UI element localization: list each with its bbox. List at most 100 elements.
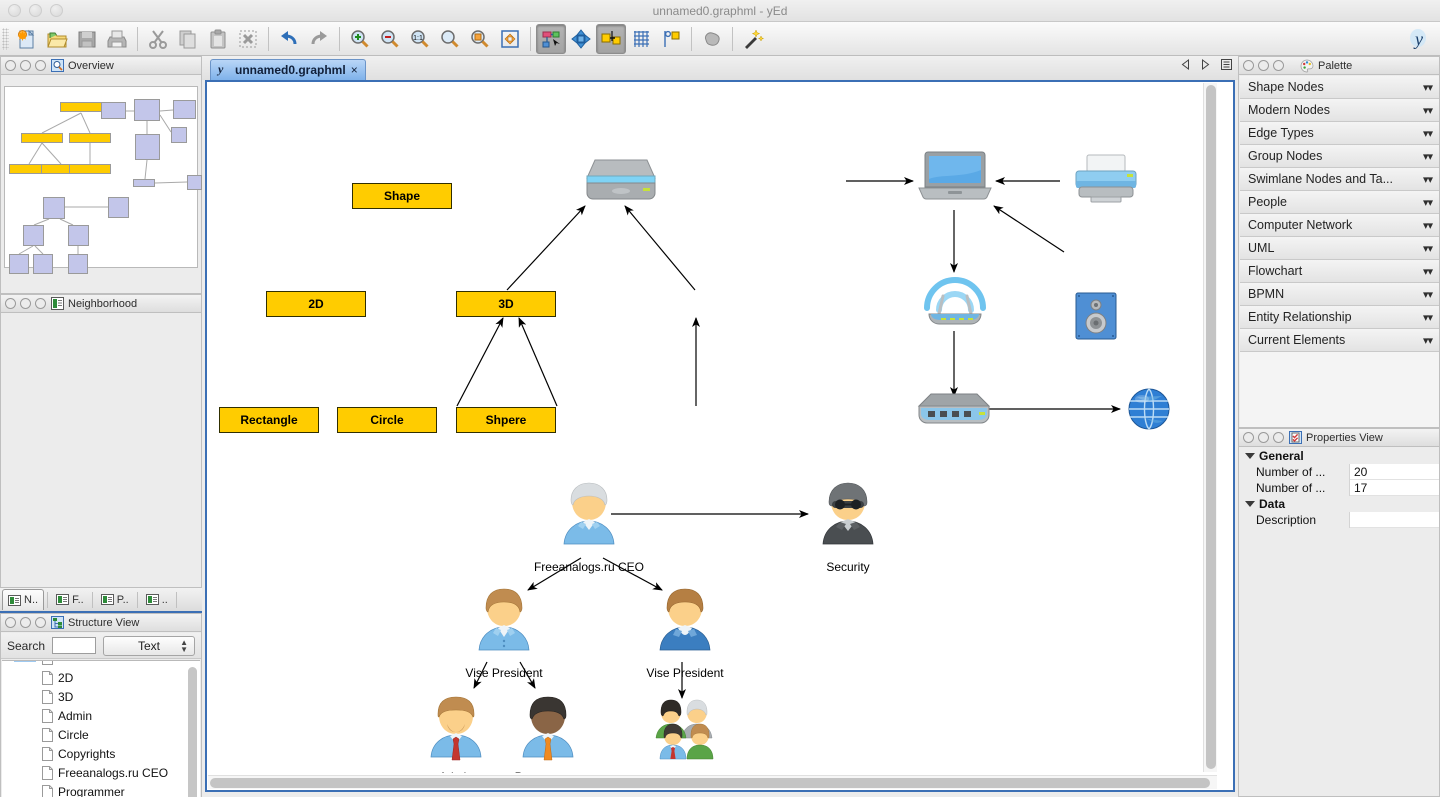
panel-maximize-dot[interactable] <box>1273 432 1284 443</box>
edit-mode-button[interactable] <box>536 23 566 54</box>
chevron-down-icon[interactable]: ▾▾ <box>1423 219 1433 232</box>
tree-scrollbar-thumb[interactable] <box>188 667 197 797</box>
save-button[interactable] <box>72 24 102 54</box>
palette-section-shape-nodes[interactable]: Shape Nodes ▾▾ <box>1240 76 1439 99</box>
panel-close-dot[interactable] <box>5 617 16 628</box>
chevron-down-icon[interactable]: ▾▾ <box>1423 196 1433 209</box>
zoom-area-button[interactable] <box>465 24 495 54</box>
graph-node-vp1[interactable]: Vise President <box>465 586 543 680</box>
chevron-down-icon[interactable]: ▾▾ <box>1423 288 1433 301</box>
overview-thumbnail[interactable] <box>4 86 202 274</box>
panel-maximize-dot[interactable] <box>35 617 46 628</box>
graph-node-copyrights[interactable]: Copyrights <box>651 698 721 773</box>
graph-node-shape[interactable]: Shape <box>352 183 452 209</box>
palette-section-swimlane-nodes[interactable]: Swimlane Nodes and Ta... ▾▾ <box>1240 168 1439 191</box>
copy-button[interactable] <box>173 24 203 54</box>
chevron-down-icon[interactable]: ▾▾ <box>1423 173 1433 186</box>
redo-button[interactable] <box>304 24 334 54</box>
canvas-vertical-scrollbar[interactable] <box>1203 83 1217 772</box>
triangle-down-icon[interactable] <box>1245 453 1255 459</box>
palette-section-uml[interactable]: UML ▾▾ <box>1240 237 1439 260</box>
search-mode-dropdown[interactable]: Text ▲ ▼ <box>103 635 195 656</box>
list-item[interactable]: 3D <box>2 687 200 706</box>
graph-node-wifi-router[interactable] <box>917 258 993 335</box>
property-value[interactable]: 17 <box>1350 480 1439 496</box>
structure-tree-list[interactable]: 2D 3D Admin Circle Copyrights Freeanalog… <box>2 660 200 797</box>
list-item[interactable]: Programmer <box>2 782 200 797</box>
zoom-actual-size-button[interactable]: 1:1 <box>405 24 435 54</box>
palette-empty-area[interactable] <box>1240 352 1439 426</box>
panel-close-dot[interactable] <box>5 60 16 71</box>
graph-node-switch[interactable] <box>915 392 993 429</box>
tab-other[interactable]: .. <box>141 589 173 610</box>
palette-section-entity-relationship[interactable]: Entity Relationship ▾▾ <box>1240 306 1439 329</box>
panel-maximize-dot[interactable] <box>35 298 46 309</box>
panel-minimize-dot[interactable] <box>1258 60 1269 71</box>
graph-node-circle[interactable]: Circle <box>337 407 437 433</box>
cut-button[interactable] <box>143 24 173 54</box>
property-row[interactable]: Number of ... 20 <box>1240 464 1439 480</box>
undo-button[interactable] <box>274 24 304 54</box>
list-menu-icon[interactable] <box>1221 59 1232 73</box>
property-value[interactable]: 20 <box>1350 464 1439 480</box>
layout-button[interactable] <box>697 24 727 54</box>
fit-content-button[interactable] <box>435 24 465 54</box>
property-value[interactable] <box>1350 512 1439 528</box>
new-document-button[interactable] <box>12 24 42 54</box>
canvas-horizontal-scrollbar-thumb[interactable] <box>210 778 1210 788</box>
close-icon[interactable]: × <box>351 63 358 77</box>
chevron-down-icon[interactable]: ▾▾ <box>1423 242 1433 255</box>
print-button[interactable] <box>102 24 132 54</box>
property-row[interactable]: Description <box>1240 512 1439 528</box>
graph-node-speaker[interactable] <box>1075 292 1117 343</box>
tab-palette[interactable]: P.. <box>96 589 134 610</box>
zoom-in-button[interactable] <box>345 24 375 54</box>
chevron-down-icon[interactable]: ▾▾ <box>1423 311 1433 324</box>
panel-maximize-dot[interactable] <box>1273 60 1284 71</box>
property-group-general[interactable]: General <box>1240 448 1439 464</box>
property-group-data[interactable]: Data <box>1240 496 1439 512</box>
list-item[interactable]: Freeanalogs.ru CEO <box>2 763 200 782</box>
panel-minimize-dot[interactable] <box>20 298 31 309</box>
graph-node-rectangle[interactable]: Rectangle <box>219 407 319 433</box>
tab-filter[interactable]: F.. <box>51 589 89 610</box>
canvas-horizontal-scrollbar[interactable] <box>208 775 1217 789</box>
graph-node-vp2[interactable]: Vise President <box>646 586 724 680</box>
palette-section-computer-network[interactable]: Computer Network ▾▾ <box>1240 214 1439 237</box>
chevron-down-icon[interactable]: ▾▾ <box>1423 81 1433 94</box>
panel-minimize-dot[interactable] <box>20 60 31 71</box>
list-item[interactable]: Circle <box>2 725 200 744</box>
fit-selection-button[interactable] <box>495 24 525 54</box>
tab-neighborhood[interactable]: N.. <box>2 589 45 610</box>
panel-close-dot[interactable] <box>1243 432 1254 443</box>
chevron-down-icon[interactable]: ▾▾ <box>1423 104 1433 117</box>
graph-node-internet[interactable] <box>1127 387 1171 434</box>
graph-node-ceo[interactable]: Freeanalogs.ru CEO <box>534 480 644 574</box>
chevron-down-icon[interactable]: ▾▾ <box>1423 150 1433 163</box>
snapline-button[interactable] <box>656 24 686 54</box>
graph-canvas[interactable]: Shape 2D 3D Rectangle Circle Shpere Free… <box>207 82 1218 773</box>
tree-scrollbar[interactable] <box>188 667 197 797</box>
graph-node-sphere[interactable]: Shpere <box>456 407 556 433</box>
magic-layout-button[interactable] <box>738 24 768 54</box>
create-edge-mode-button[interactable] <box>596 23 626 54</box>
palette-section-people[interactable]: People ▾▾ <box>1240 191 1439 214</box>
palette-section-group-nodes[interactable]: Group Nodes ▾▾ <box>1240 145 1439 168</box>
open-button[interactable] <box>42 24 72 54</box>
triangle-down-icon[interactable] <box>1245 501 1255 507</box>
list-item[interactable]: Copyrights <box>2 744 200 763</box>
palette-section-modern-nodes[interactable]: Modern Nodes ▾▾ <box>1240 99 1439 122</box>
palette-section-bpmn[interactable]: BPMN ▾▾ <box>1240 283 1439 306</box>
triangle-right-icon[interactable] <box>1201 59 1210 73</box>
zoom-out-button[interactable] <box>375 24 405 54</box>
graph-node-2d[interactable]: 2D <box>266 291 366 317</box>
palette-section-current-elements[interactable]: Current Elements ▾▾ <box>1240 329 1439 352</box>
document-tab[interactable]: y unnamed0.graphml × <box>210 59 366 80</box>
palette-section-edge-types[interactable]: Edge Types ▾▾ <box>1240 122 1439 145</box>
grid-button[interactable] <box>626 24 656 54</box>
graph-node-laptop[interactable] <box>917 150 993 209</box>
graph-node-programmer[interactable]: Programmer <box>515 694 581 773</box>
move-mode-button[interactable] <box>566 24 596 54</box>
graph-node-admin[interactable]: Admin <box>424 694 488 773</box>
delete-button[interactable] <box>233 24 263 54</box>
